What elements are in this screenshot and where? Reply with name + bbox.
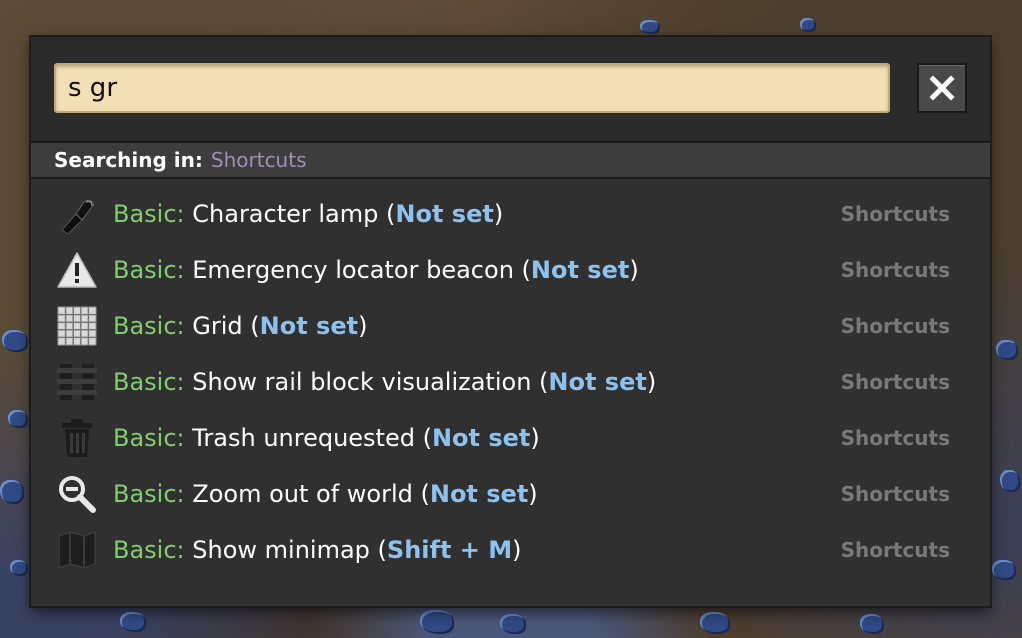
result-source: Shortcuts: [840, 370, 950, 394]
paren-open: (: [378, 200, 396, 228]
paren-open: (: [513, 256, 531, 284]
result-source: Shortcuts: [840, 538, 950, 562]
result-category: Basic:: [113, 312, 185, 340]
zoom-out-icon: [59, 476, 96, 513]
result-name: Show rail block visualization: [192, 368, 532, 396]
result-keybind: Not set: [431, 424, 531, 452]
close-button[interactable]: [917, 63, 967, 113]
results-list: Basic: Character lamp (Not set) Shortcut…: [31, 186, 990, 578]
warning-icon: [57, 252, 97, 288]
result-keybind: Not set: [429, 480, 529, 508]
result-source: Shortcuts: [840, 258, 950, 282]
paren-close: ): [530, 424, 540, 452]
result-label: Basic: Show minimap (Shift + M): [113, 536, 522, 564]
result-name: Character lamp: [192, 200, 379, 228]
result-row[interactable]: Basic: Zoom out of world (Not set) Short…: [31, 466, 990, 522]
result-category: Basic:: [113, 424, 185, 452]
result-category: Basic:: [113, 536, 185, 564]
result-row[interactable]: Basic: Character lamp (Not set) Shortcut…: [31, 186, 990, 242]
paren-close: ): [493, 200, 504, 228]
grid-icon: [57, 306, 97, 346]
result-label: Basic: Grid (Not set): [113, 312, 367, 340]
result-name: Show minimap: [192, 536, 370, 564]
result-source: Shortcuts: [840, 202, 950, 226]
result-row[interactable]: Basic: Show minimap (Shift + M) Shortcut…: [31, 522, 990, 578]
paren-close: ): [528, 480, 538, 508]
result-name: Grid: [192, 312, 243, 340]
result-source: Shortcuts: [840, 426, 950, 450]
result-row[interactable]: Basic: Emergency locator beacon (Not set…: [31, 242, 990, 298]
result-category: Basic:: [113, 368, 185, 396]
result-label: Basic: Zoom out of world (Not set): [113, 480, 538, 508]
result-source: Shortcuts: [840, 482, 950, 506]
paren-close: ): [512, 536, 522, 564]
paren-close: ): [629, 256, 639, 284]
result-row[interactable]: Basic: Trash unrequested (Not set) Short…: [31, 410, 990, 466]
result-category: Basic:: [113, 480, 185, 508]
result-keybind: Not set: [259, 312, 359, 340]
map-icon: [58, 530, 96, 570]
result-name: Trash unrequested: [192, 424, 415, 452]
paren-open: (: [369, 536, 387, 564]
result-row[interactable]: Basic: Grid (Not set) Shortcuts: [31, 298, 990, 354]
result-label: Basic: Emergency locator beacon (Not set…: [113, 256, 639, 284]
result-label: Basic: Show rail block visualization (No…: [113, 368, 656, 396]
paren-close: ): [358, 312, 368, 340]
paren-close: ): [646, 368, 657, 396]
result-label: Basic: Character lamp (Not set): [113, 200, 503, 228]
search-input[interactable]: [54, 63, 890, 113]
trash-icon: [62, 419, 92, 457]
paren-open: (: [412, 480, 430, 508]
result-keybind: Shift + M: [386, 536, 513, 564]
result-keybind: Not set: [395, 200, 494, 228]
result-name: Emergency locator beacon: [192, 256, 514, 284]
search-scope-bar: Searching in: Shortcuts: [31, 143, 990, 179]
search-panel: Searching in: Shortcuts Basic: Character…: [31, 37, 990, 606]
flashlight-icon: [61, 199, 95, 234]
result-source: Shortcuts: [840, 314, 950, 338]
result-label: Basic: Trash unrequested (Not set): [113, 424, 540, 452]
paren-open: (: [242, 312, 260, 340]
close-icon: [929, 75, 955, 101]
result-row[interactable]: Basic: Show rail block visualization (No…: [31, 354, 990, 410]
result-category: Basic:: [113, 200, 185, 228]
rail-block-icon: [57, 364, 97, 400]
paren-open: (: [531, 368, 549, 396]
paren-open: (: [414, 424, 432, 452]
result-keybind: Not set: [548, 368, 647, 396]
result-keybind: Not set: [530, 256, 630, 284]
scope-label: Searching in:: [54, 148, 203, 172]
result-name: Zoom out of world: [192, 480, 413, 508]
search-header: [31, 37, 990, 143]
scope-value[interactable]: Shortcuts: [211, 148, 307, 172]
result-category: Basic:: [113, 256, 185, 284]
